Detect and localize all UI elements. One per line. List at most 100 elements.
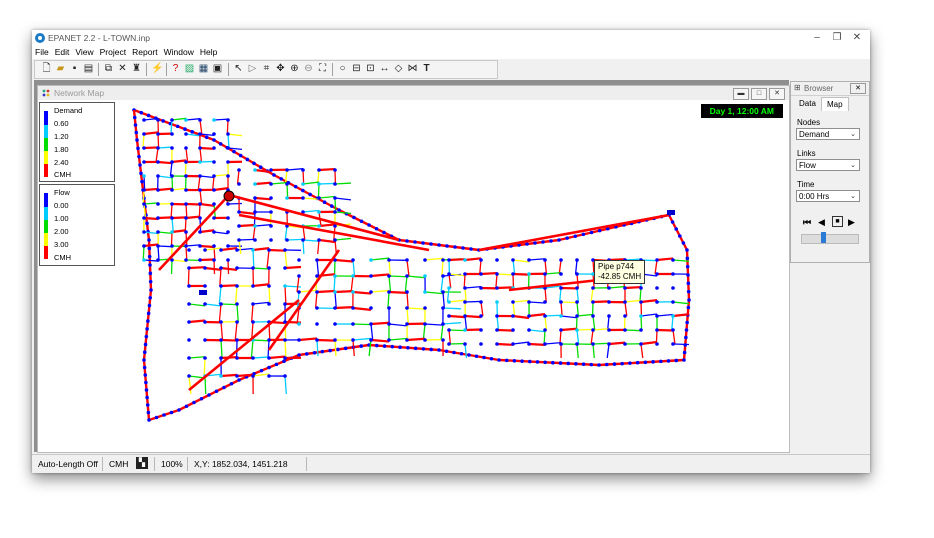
map-maximize-button[interactable]: □ (751, 88, 767, 100)
pipe-link[interactable] (273, 173, 340, 212)
pipe-link[interactable] (388, 259, 392, 277)
junction-node[interactable] (235, 320, 239, 324)
junction-node[interactable] (374, 343, 379, 348)
junction-node[interactable] (317, 196, 321, 200)
pipe-link[interactable] (334, 289, 354, 294)
menu-project[interactable]: Project (97, 46, 129, 58)
junction-node[interactable] (575, 328, 579, 332)
pipe-link[interactable] (424, 291, 444, 295)
junction-node[interactable] (441, 322, 445, 326)
pipe-link[interactable] (142, 133, 145, 149)
junction-node[interactable] (559, 300, 563, 304)
pipe-link[interactable] (284, 285, 302, 288)
junction-node[interactable] (212, 146, 216, 150)
add-pipe-icon[interactable]: ↔ (379, 63, 390, 75)
junction-node[interactable] (447, 286, 451, 290)
junction-node[interactable] (279, 177, 284, 181)
animation-speed-track[interactable] (801, 234, 859, 244)
junction-node[interactable] (226, 146, 230, 150)
pipe-link[interactable] (184, 161, 187, 177)
junction-node[interactable] (198, 146, 202, 150)
junction-node[interactable] (226, 132, 230, 136)
junction-node[interactable] (203, 356, 207, 360)
junction-node[interactable] (671, 328, 675, 332)
junction-node[interactable] (226, 230, 230, 234)
junction-node[interactable] (237, 224, 241, 228)
stop-button[interactable]: ■ (832, 216, 843, 227)
junction-node[interactable] (597, 363, 601, 367)
pipe-link[interactable] (143, 259, 159, 262)
junction-node[interactable] (320, 349, 325, 354)
junction-node[interactable] (527, 328, 531, 332)
junction-node[interactable] (670, 220, 675, 224)
pipe-link[interactable] (352, 259, 356, 277)
junction-node[interactable] (315, 338, 319, 342)
pipe-link[interactable] (334, 258, 354, 263)
junction-node[interactable] (463, 258, 467, 262)
pipe-link[interactable] (143, 202, 159, 205)
junction-node[interactable] (387, 274, 391, 278)
junction-node[interactable] (527, 342, 531, 346)
junction-node[interactable] (639, 328, 643, 332)
junction-node[interactable] (184, 202, 188, 206)
pipe-link[interactable] (143, 231, 159, 235)
pipe-link[interactable] (238, 210, 256, 215)
pipe-link[interactable] (199, 189, 203, 205)
pipe-link[interactable] (267, 249, 341, 351)
junction-node[interactable] (333, 196, 337, 200)
pipe-link[interactable] (576, 273, 579, 289)
options-icon[interactable]: ▣ (212, 63, 223, 75)
pipe-link[interactable] (236, 169, 240, 185)
pipe-link[interactable] (352, 339, 355, 357)
junction-node[interactable] (226, 202, 230, 206)
junction-node[interactable] (293, 184, 298, 189)
pipe-link[interactable] (478, 213, 670, 252)
pipe-link[interactable] (171, 159, 187, 164)
pipe-link[interactable] (544, 315, 548, 331)
junction-node[interactable] (351, 274, 355, 278)
map-close-button[interactable]: ✕ (769, 88, 785, 100)
pipe-link[interactable] (624, 329, 642, 332)
pipe-link[interactable] (424, 257, 444, 261)
junction-node[interactable] (511, 342, 515, 346)
junction-node[interactable] (557, 238, 561, 242)
junction-node[interactable] (212, 188, 216, 192)
junction-node[interactable] (142, 258, 146, 262)
pipe-link[interactable] (528, 301, 546, 304)
junction-node[interactable] (655, 342, 659, 346)
pipe-link[interactable] (188, 319, 206, 324)
junction-node[interactable] (269, 196, 273, 200)
junction-node[interactable] (369, 290, 373, 294)
pipe-link[interactable] (171, 229, 187, 234)
pipe-link[interactable] (157, 231, 173, 235)
junction-node[interactable] (405, 274, 409, 278)
pipe-link[interactable] (480, 301, 484, 317)
pipe-link[interactable] (544, 259, 548, 275)
junction-node[interactable] (184, 404, 189, 409)
junction-node[interactable] (447, 258, 451, 262)
new-icon[interactable]: 🗋 (41, 63, 52, 75)
junction-node[interactable] (575, 342, 579, 346)
junction-node[interactable] (183, 127, 187, 131)
pipe-link[interactable] (464, 300, 482, 303)
junction-node[interactable] (147, 246, 152, 251)
junction-node[interactable] (447, 342, 451, 346)
pipe-link[interactable] (314, 291, 318, 309)
junction-node[interactable] (511, 258, 515, 262)
junction-node[interactable] (607, 314, 611, 318)
pipe-link[interactable] (388, 337, 408, 341)
junction-node[interactable] (315, 322, 319, 326)
pipe-link[interactable] (442, 291, 445, 309)
pipe-link[interactable] (370, 289, 390, 293)
junction-node[interactable] (333, 338, 337, 342)
pipe-link[interactable] (204, 375, 207, 395)
network-drawing[interactable] (39, 100, 788, 451)
pipe-link[interactable] (406, 337, 426, 342)
junction-node[interactable] (212, 202, 216, 206)
junction-node[interactable] (253, 182, 257, 186)
junction-node[interactable] (655, 314, 659, 318)
tab-data[interactable]: Data (794, 97, 821, 110)
zoom-in-icon[interactable]: ⊕ (289, 63, 300, 75)
pipe-link[interactable] (406, 291, 409, 309)
junction-node[interactable] (543, 342, 547, 346)
